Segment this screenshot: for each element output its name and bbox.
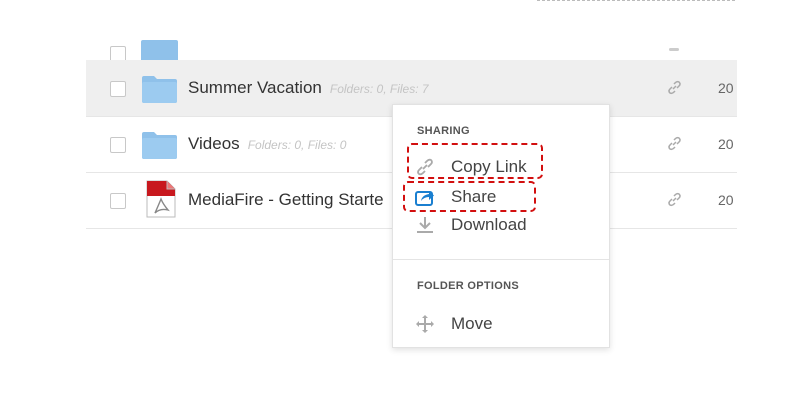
- date-text: 20: [718, 80, 734, 96]
- file-name-text[interactable]: MediaFire - Getting Starte: [188, 190, 384, 209]
- row-checkbox[interactable]: [110, 81, 126, 97]
- row-checkbox[interactable]: [110, 193, 126, 209]
- file-meta: Folders: 0, Files: 7: [329, 82, 429, 96]
- file-meta: Folders: 0, Files: 0: [247, 138, 347, 152]
- share-callout: [403, 181, 536, 212]
- top-dashed-line: [537, 0, 735, 2]
- pdf-file-icon: [146, 180, 176, 218]
- file-name[interactable]: Videos Folders: 0, Files: 0: [188, 116, 346, 172]
- copy-link-callout: [407, 143, 543, 179]
- file-name[interactable]: MediaFire - Getting Starte: [188, 172, 384, 228]
- row-checkbox[interactable]: [110, 137, 126, 153]
- file-name-text[interactable]: Videos: [188, 134, 240, 153]
- menu-divider: [393, 259, 609, 260]
- table-row-partial[interactable]: [86, 40, 737, 70]
- file-name-text[interactable]: Summer Vacation: [188, 78, 322, 97]
- menu-item-move[interactable]: Move: [393, 310, 609, 338]
- folder-options-header: FOLDER OPTIONS: [417, 280, 519, 292]
- move-icon: [416, 315, 434, 333]
- link-icon[interactable]: [666, 135, 683, 152]
- move-label[interactable]: Move: [451, 310, 493, 338]
- link-icon[interactable]: [666, 46, 683, 54]
- download-label[interactable]: Download: [451, 211, 527, 239]
- context-menu: SHARING Copy Link Share Download FOLDER …: [392, 104, 610, 348]
- link-icon[interactable]: [666, 191, 683, 208]
- date-text: 20: [718, 192, 734, 208]
- menu-item-download[interactable]: Download: [393, 211, 609, 239]
- folder-icon: [142, 132, 177, 159]
- link-icon[interactable]: [666, 79, 683, 96]
- folder-icon: [142, 76, 177, 103]
- download-icon: [417, 217, 433, 233]
- date-text: 20: [718, 136, 734, 152]
- sharing-header: SHARING: [417, 125, 470, 137]
